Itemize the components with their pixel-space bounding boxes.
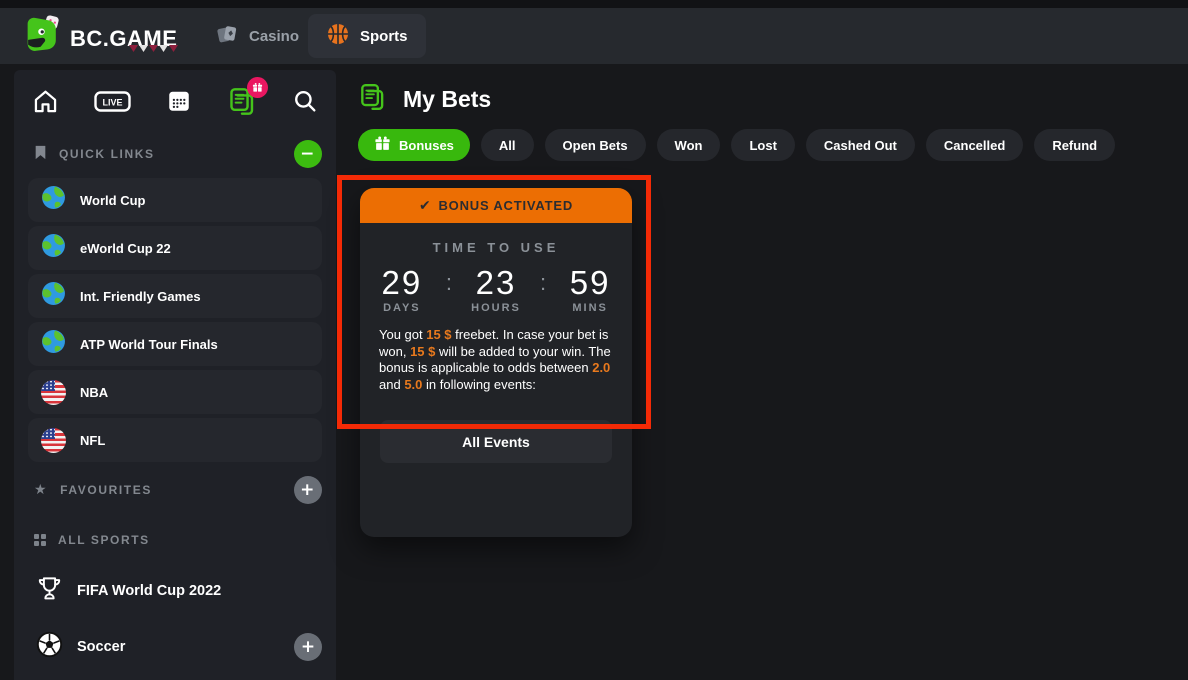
my-bets-icon[interactable] (227, 86, 257, 117)
all-sports-title: ALL SPORTS (58, 533, 150, 547)
bookmark-icon (34, 145, 47, 163)
sidebar-item-eworld-cup-22[interactable]: eWorld Cup 22 (28, 226, 322, 270)
filter-all[interactable]: All (481, 129, 534, 161)
favourites-title: FAVOURITES (60, 483, 152, 497)
countdown-days-label: DAYS (374, 302, 430, 314)
star-icon: ★ (34, 482, 48, 498)
usa-flag-icon (41, 380, 66, 405)
tab-sports[interactable]: Sports (308, 14, 426, 58)
sidebar-icon-row: LIVE (14, 84, 336, 118)
filter-label: Cancelled (944, 138, 1005, 153)
filter-cancelled[interactable]: Cancelled (926, 129, 1023, 161)
gift-icon (374, 135, 391, 155)
countdown-hours-label: HOURS (468, 302, 524, 314)
sidebar-item-label: FIFA World Cup 2022 (77, 583, 221, 599)
quick-links-list: World Cup eWorld Cup 22 Int. Friendly Ga… (14, 178, 336, 462)
sidebar-item-world-cup[interactable]: World Cup (28, 178, 322, 222)
page-title: My Bets (358, 82, 491, 117)
my-bets-icon (358, 82, 387, 117)
sidebar-item-label: NBA (80, 385, 108, 400)
tab-casino[interactable]: Casino (196, 14, 317, 58)
bcgame-logo-text: BC.GAME (70, 26, 177, 52)
favourites-header: ★ FAVOURITES + (14, 476, 336, 504)
filter-bonuses[interactable]: Bonuses (358, 129, 470, 161)
sidebar-item-fifa-world-cup-2022[interactable]: FIFA World Cup 2022 (14, 576, 336, 606)
quick-links-header: QUICK LINKS − (14, 140, 336, 168)
all-sports-header: ALL SPORTS (14, 526, 336, 554)
sidebar-item-label: Soccer (77, 639, 125, 655)
countdown-separator: : (446, 265, 452, 314)
countdown-mins-label: MINS (562, 302, 618, 314)
filter-label: Open Bets (563, 138, 628, 153)
countdown-mins-value: 59 (562, 265, 618, 301)
sidebar-item-label: NFL (80, 433, 105, 448)
checkmark-icon: ✔ (419, 198, 432, 214)
countdown-days: 29 DAYS (374, 265, 430, 314)
sidebar-item-nba[interactable]: NBA (28, 370, 322, 414)
sidebar-item-soccer[interactable]: Soccer + (14, 632, 336, 662)
tab-sports-label: Sports (360, 28, 408, 45)
bonus-status-text: BONUS ACTIVATED (438, 198, 573, 213)
filter-open-bets[interactable]: Open Bets (545, 129, 646, 161)
grid-icon (34, 534, 46, 546)
page-title-text: My Bets (403, 86, 491, 113)
globe-icon (41, 329, 66, 359)
quick-links-collapse-button[interactable]: − (294, 140, 322, 168)
filter-label: Won (675, 138, 703, 153)
schedule-icon[interactable] (166, 88, 192, 114)
filter-label: Lost (749, 138, 776, 153)
sidebar-item-label: Int. Friendly Games (80, 289, 201, 304)
sidebar-item-label: eWorld Cup 22 (80, 241, 171, 256)
bonus-badge-icon (247, 77, 268, 98)
countdown-timer: 29 DAYS : 23 HOURS : 59 MINS (360, 265, 632, 314)
usa-flag-icon (41, 428, 66, 453)
globe-icon (41, 233, 66, 263)
bonus-card: ✔ BONUS ACTIVATED TIME TO USE 29 DAYS : … (360, 188, 632, 537)
live-icon[interactable]: LIVE (94, 89, 131, 114)
filter-cashed-out[interactable]: Cashed Out (806, 129, 915, 161)
filter-lost[interactable]: Lost (731, 129, 794, 161)
soccer-expand-button[interactable]: + (294, 633, 322, 661)
countdown-days-value: 29 (374, 265, 430, 301)
sidebar-item-int-friendly-games[interactable]: Int. Friendly Games (28, 274, 322, 318)
filter-label: All (499, 138, 516, 153)
browser-top-strip (0, 0, 1188, 8)
top-navbar: BC.GAME Casino (0, 8, 1188, 64)
filter-label: Refund (1052, 138, 1097, 153)
tab-casino-label: Casino (249, 28, 299, 45)
search-icon[interactable] (292, 88, 318, 114)
live-icon-label: LIVE (102, 97, 122, 107)
bet-filters: Bonuses All Open Bets Won Lost Cashed Ou… (358, 129, 1115, 161)
favourites-add-button[interactable]: + (294, 476, 322, 504)
sidebar-item-atp-world-tour-finals[interactable]: ATP World Tour Finals (28, 322, 322, 366)
all-events-button[interactable]: All Events (380, 420, 612, 463)
countdown-hours-value: 23 (468, 265, 524, 301)
quick-links-title: QUICK LINKS (59, 147, 155, 161)
bcgame-logo-icon (20, 15, 62, 62)
basketball-icon (326, 22, 350, 50)
logo-bunting-decoration (129, 34, 179, 60)
sidebar: LIVE (14, 70, 336, 680)
trophy-icon (36, 575, 63, 607)
soccer-ball-icon (36, 631, 63, 663)
countdown-separator: : (540, 265, 546, 314)
timer-title: TIME TO USE (360, 240, 632, 255)
cards-icon (214, 22, 239, 51)
sidebar-item-nfl[interactable]: NFL (28, 418, 322, 462)
filter-label: Cashed Out (824, 138, 897, 153)
filter-refund[interactable]: Refund (1034, 129, 1115, 161)
sidebar-item-label: ATP World Tour Finals (80, 337, 218, 352)
bonus-description: You got 15 $ freebet. In case your bet i… (379, 327, 613, 393)
globe-icon (41, 281, 66, 311)
bonus-status-banner: ✔ BONUS ACTIVATED (360, 188, 632, 223)
home-icon[interactable] (32, 88, 59, 115)
filter-label: Bonuses (399, 138, 454, 153)
countdown-hours: 23 HOURS (468, 265, 524, 314)
countdown-mins: 59 MINS (562, 265, 618, 314)
filter-won[interactable]: Won (657, 129, 721, 161)
sidebar-item-label: World Cup (80, 193, 145, 208)
bcgame-logo[interactable]: BC.GAME (20, 15, 177, 62)
globe-icon (41, 185, 66, 215)
